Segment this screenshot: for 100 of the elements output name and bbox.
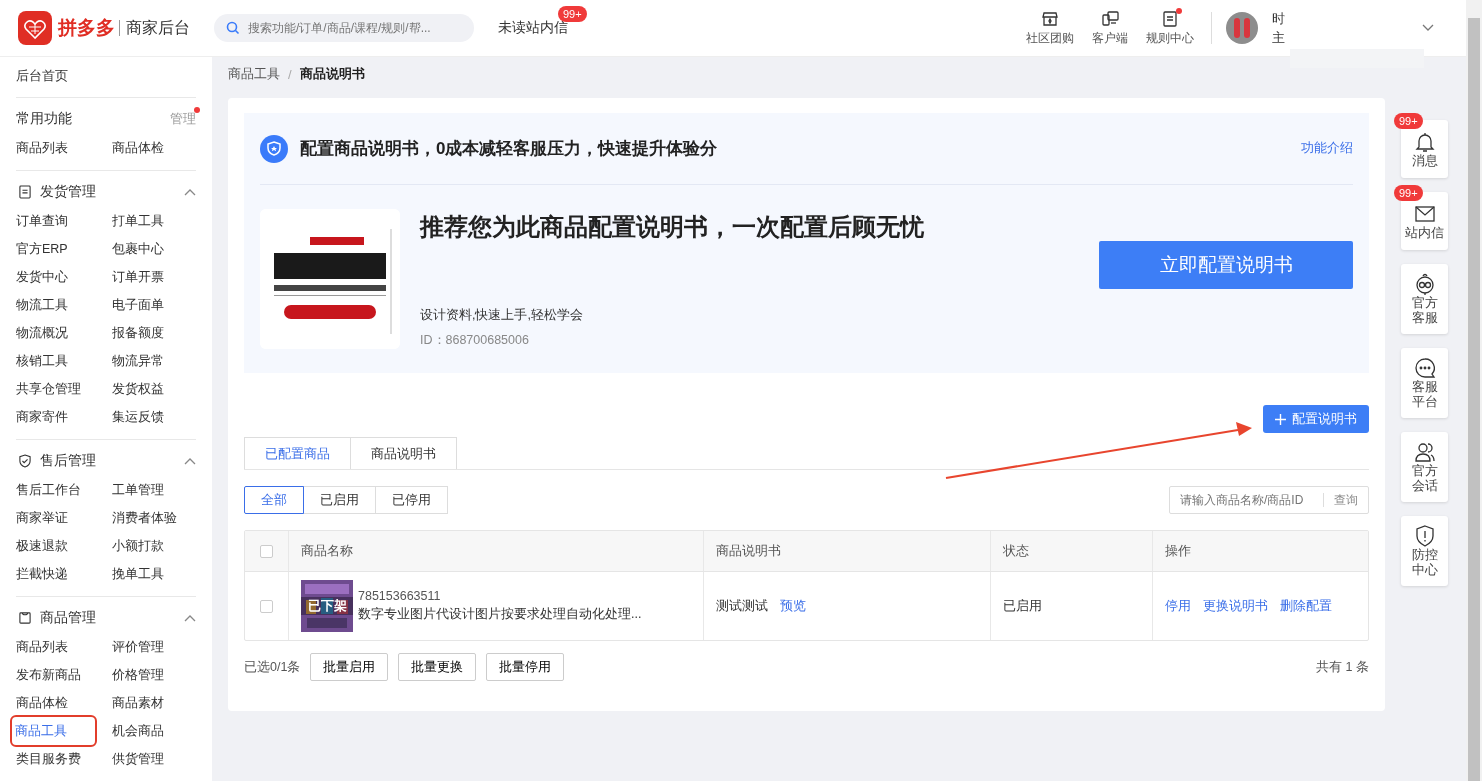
filter-button[interactable]: 已停用 <box>375 486 448 514</box>
product-id: 785153663511 <box>358 589 442 603</box>
action-link[interactable]: 更换说明书 <box>1203 597 1268 615</box>
recommend-title: 推荐您为此商品配置说明书，一次配置后顾无忧 <box>420 212 925 242</box>
side-tool-button[interactable]: 客服平台 <box>1401 348 1448 418</box>
preview-link[interactable]: 预览 <box>780 597 806 615</box>
sidebar-item[interactable]: 小额打款 <box>112 532 164 560</box>
sidebar-item[interactable]: 核销工具 <box>16 347 68 375</box>
unread-messages-link[interactable]: 未读站内信 <box>498 19 568 35</box>
sidebar-item[interactable]: 物流异常 <box>112 347 164 375</box>
select-all-checkbox[interactable] <box>260 544 273 558</box>
sidebar-item[interactable]: 发布新商品 <box>16 661 81 689</box>
search-input[interactable]: 搜索功能/订单/商品/课程/规则/帮... <box>246 20 462 36</box>
sidebar-item[interactable]: 打单工具 <box>112 207 164 235</box>
side-tool-button[interactable]: 官方客服 <box>1401 264 1448 334</box>
batch-button[interactable]: 批量更换 <box>398 653 477 681</box>
sidebar-item[interactable]: 类目服务费 <box>16 745 81 773</box>
shield-icon <box>17 453 33 469</box>
sidebar-item[interactable]: 订单开票 <box>112 263 164 291</box>
sidebar-item[interactable]: 电子面单 <box>112 291 164 319</box>
chevron-up-icon[interactable] <box>184 614 196 622</box>
scrollbar[interactable] <box>1466 0 1482 781</box>
section-title: 常用功能 <box>16 110 72 128</box>
sidebar-item[interactable]: 包裹中心 <box>112 235 164 263</box>
row-checkbox[interactable] <box>260 599 273 613</box>
sidebar-item[interactable]: 商品体检 <box>16 689 68 717</box>
sidebar-item[interactable]: 工单管理 <box>112 476 164 504</box>
column-header: 商品名称 <box>301 542 353 560</box>
brand-subtitle: 商家后台 <box>126 17 190 38</box>
user-role: 主 <box>1272 29 1285 47</box>
sidebar-item[interactable]: 发货权益 <box>112 375 164 403</box>
sidebar-item[interactable]: 物流概况 <box>16 319 68 347</box>
sidebar-item[interactable]: 共享仓管理 <box>16 375 81 403</box>
sidebar-item[interactable]: 后台首页 <box>16 63 196 89</box>
breadcrumb-current: 商品说明书 <box>299 65 365 83</box>
sidebar-item[interactable]: 拦截快递 <box>16 560 68 588</box>
feature-intro-link[interactable]: 功能介绍 <box>1301 140 1353 157</box>
sidebar-item[interactable]: 商品工具 <box>12 717 95 745</box>
devices-icon <box>1101 9 1119 28</box>
column-header: 操作 <box>1165 542 1191 560</box>
sidebar-item[interactable]: 商品列表 <box>16 633 68 661</box>
count-badge: 99+ <box>1394 185 1423 201</box>
sidebar-item[interactable]: 商家寄件 <box>16 403 68 431</box>
document-icon <box>1161 9 1179 28</box>
sidebar-item[interactable]: 价格管理 <box>112 661 164 689</box>
column-header: 商品说明书 <box>716 542 781 560</box>
sidebar-item[interactable]: 商品素材 <box>112 689 164 717</box>
sidebar-item[interactable]: 官方ERP <box>16 235 68 263</box>
sidebar-item[interactable]: 评价管理 <box>112 633 164 661</box>
user-name: 时 <box>1272 10 1285 28</box>
product-name: 数字专业图片代设计图片按要求处理自动化处理... <box>358 606 642 623</box>
sidebar-item[interactable]: 机会商品 <box>112 717 164 745</box>
action-link[interactable]: 删除配置 <box>1280 597 1332 615</box>
sidebar-item[interactable]: 供货管理 <box>112 745 164 773</box>
sidebar-item[interactable]: 商品体检 <box>112 134 164 162</box>
sidebar-item[interactable]: 极速退款 <box>16 532 68 560</box>
bag-icon <box>17 610 33 626</box>
sidebar-item[interactable]: 消费者体验 <box>112 504 177 532</box>
sidebar-item[interactable]: 订单查询 <box>16 207 68 235</box>
tab[interactable]: 已配置商品 <box>244 437 351 469</box>
add-manual-button[interactable]: 配置说明书 <box>1263 405 1369 433</box>
header-nav-button[interactable]: 客户端 <box>1092 9 1128 47</box>
store-icon <box>1041 9 1059 28</box>
sidebar-item[interactable]: 物流工具 <box>16 291 68 319</box>
total-count: 共有 1 条 <box>1316 658 1369 676</box>
tab[interactable]: 商品说明书 <box>350 437 457 469</box>
filter-button[interactable]: 全部 <box>244 486 304 514</box>
breadcrumb-link[interactable]: 商品工具 <box>228 65 280 83</box>
sidebar-item[interactable]: 发货中心 <box>16 263 68 291</box>
batch-button[interactable]: 批量启用 <box>310 653 389 681</box>
sidebar-item[interactable]: 售后工作台 <box>16 476 81 504</box>
column-header: 状态 <box>1003 542 1029 560</box>
document-icon <box>17 184 33 200</box>
product-id: ID：868700685006 <box>420 332 530 349</box>
sidebar-item[interactable]: 报备额度 <box>112 319 164 347</box>
sidebar-item[interactable]: 商品列表 <box>16 134 68 162</box>
header-nav-button[interactable]: 规则中心 <box>1146 9 1194 47</box>
sidebar-item[interactable]: 商家举证 <box>16 504 68 532</box>
sidebar-item[interactable]: 集运反馈 <box>112 403 164 431</box>
avatar <box>1226 12 1258 44</box>
selection-count: 已选0/1条 <box>244 658 301 676</box>
search-bar[interactable]: 搜索功能/订单/商品/课程/规则/帮... <box>214 14 474 42</box>
search-icon <box>226 21 240 35</box>
batch-button[interactable]: 批量停用 <box>486 653 565 681</box>
sidebar-item[interactable]: 挽单工具 <box>112 560 164 588</box>
header-nav-button[interactable]: 社区团购 <box>1026 9 1074 47</box>
status-text: 已启用 <box>1003 597 1042 615</box>
logo-icon <box>18 11 52 45</box>
chevron-up-icon[interactable] <box>184 188 196 196</box>
search-bar[interactable]: 请输入商品名称/商品ID 查询 <box>1169 486 1369 514</box>
configure-manual-button[interactable]: 立即配置说明书 <box>1099 241 1353 289</box>
count-badge: 99+ <box>1394 113 1423 129</box>
side-tool-button[interactable]: 官方会话 <box>1401 432 1448 502</box>
filter-button[interactable]: 已启用 <box>303 486 376 514</box>
action-link[interactable]: 停用 <box>1165 597 1191 615</box>
query-button[interactable]: 查询 <box>1323 493 1368 507</box>
chevron-up-icon[interactable] <box>184 457 196 465</box>
chevron-down-icon[interactable] <box>1422 23 1434 32</box>
section-title: 发货管理 <box>40 183 96 201</box>
side-tool-button[interactable]: 防控中心 <box>1401 516 1448 586</box>
